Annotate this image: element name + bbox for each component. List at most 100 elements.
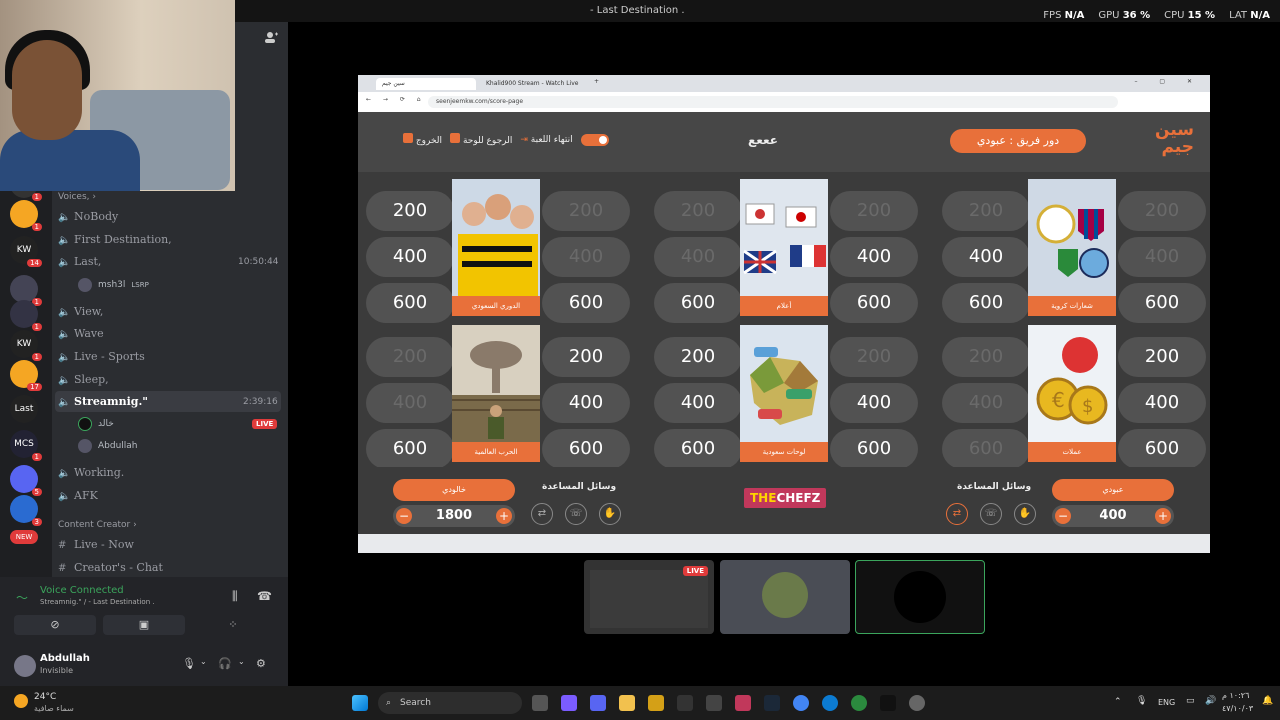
channel-streaming[interactable]: 🔈 Streamnig." xyxy=(58,395,148,408)
stream-thumbnail-user[interactable] xyxy=(720,560,850,634)
channel-working[interactable]: 🔈 Working. xyxy=(58,466,124,479)
question-400-right[interactable]: 400 xyxy=(830,383,918,423)
noise-suppression-icon[interactable]: ⫼ xyxy=(232,589,238,604)
language[interactable]: ENG xyxy=(1158,698,1175,707)
question-200-left[interactable]: 200 xyxy=(942,337,1030,377)
channel-live-now[interactable]: # Live - Now xyxy=(58,538,134,551)
voice-user-khalid[interactable]: خالد xyxy=(78,417,114,431)
notification-icon[interactable]: 🔔 xyxy=(1262,696,1273,706)
url-field[interactable]: seenjeemkw.com/score-page xyxy=(428,96,1118,108)
question-200-left[interactable]: 200 xyxy=(366,337,454,377)
question-400-left[interactable]: 400 xyxy=(942,237,1030,277)
nav-buttons[interactable]: ← → ⟳ ⌂ xyxy=(366,96,426,103)
plus-button[interactable]: + xyxy=(1155,508,1171,524)
voice-user-msh3l[interactable]: msh3l LSRP xyxy=(78,278,149,292)
windows-start-icon[interactable] xyxy=(352,695,368,711)
app-icon[interactable] xyxy=(706,695,722,711)
window-controls[interactable]: – ▢ ✕ xyxy=(1134,78,1202,85)
chevron-up-icon[interactable]: ⌃ xyxy=(1114,697,1122,707)
question-200-right[interactable]: 200 xyxy=(1118,337,1206,377)
question-400-left[interactable]: 400 xyxy=(366,383,454,423)
chevron-down-icon[interactable]: ⌄ xyxy=(200,657,207,666)
server-icon[interactable]: 1 xyxy=(10,300,42,331)
voice-status[interactable]: Voice Connected xyxy=(40,585,124,596)
copilot-icon[interactable] xyxy=(561,695,577,711)
exit-link[interactable]: الخروج xyxy=(403,133,442,146)
minus-button[interactable]: − xyxy=(1055,508,1071,524)
question-600-right[interactable]: 600 xyxy=(1118,283,1206,323)
hand-icon[interactable]: ✋ xyxy=(599,503,621,525)
toggle-switch[interactable] xyxy=(580,133,609,146)
app-icon[interactable] xyxy=(648,695,664,711)
question-400-left[interactable]: 400 xyxy=(942,383,1030,423)
camera-button[interactable]: ⊘ xyxy=(14,615,96,635)
steam-icon[interactable] xyxy=(764,695,780,711)
question-200-left[interactable]: 200 xyxy=(942,191,1030,231)
discord-icon[interactable] xyxy=(590,695,606,711)
server-icon[interactable]: MCS 1 xyxy=(10,430,42,461)
category-voices[interactable]: Voices, › xyxy=(58,192,96,202)
minus-button[interactable]: − xyxy=(396,508,412,524)
epic-games-icon[interactable] xyxy=(880,695,896,711)
disconnect-icon[interactable]: ☎ xyxy=(257,589,272,603)
clock-time[interactable]: ١٠:٢٦ م xyxy=(1222,691,1249,700)
category-content-creator[interactable]: Content Creator › xyxy=(58,520,137,530)
question-600-right[interactable]: 600 xyxy=(542,429,630,469)
team-left-name[interactable]: خالودي xyxy=(393,479,515,501)
server-icon[interactable]: KW 1 xyxy=(10,330,42,361)
hand-icon[interactable]: ✋ xyxy=(1014,503,1036,525)
activities-button[interactable]: ⁘ xyxy=(192,615,274,635)
tab-seen-jeem[interactable]: سين جيم xyxy=(376,78,476,90)
weather-temp[interactable]: 24°C xyxy=(34,692,56,702)
question-200-left[interactable]: 200 xyxy=(654,191,742,231)
server-icon[interactable]: 5 xyxy=(10,465,42,496)
question-600-right[interactable]: 600 xyxy=(1118,429,1206,469)
add-friend-icon[interactable] xyxy=(264,30,278,44)
chrome-icon[interactable] xyxy=(793,695,809,711)
file-explorer-icon[interactable] xyxy=(619,695,635,711)
settings-icon[interactable] xyxy=(909,695,925,711)
end-game-link[interactable]: ⇥ انتهاء اللعبة xyxy=(520,135,572,145)
question-400-left[interactable]: 400 xyxy=(654,237,742,277)
question-600-left[interactable]: 600 xyxy=(366,283,454,323)
question-200-left[interactable]: 200 xyxy=(366,191,454,231)
question-600-left[interactable]: 600 xyxy=(654,283,742,323)
question-400-right[interactable]: 400 xyxy=(1118,237,1206,277)
voice-channel[interactable]: Streamnig." / - Last Destination . xyxy=(40,598,155,606)
stream-thumbnail-live[interactable]: LIVE xyxy=(584,560,714,634)
channel-sleep[interactable]: 🔈 Sleep, xyxy=(58,373,109,386)
question-400-right[interactable]: 400 xyxy=(542,383,630,423)
question-600-left[interactable]: 600 xyxy=(654,429,742,469)
task-view-icon[interactable] xyxy=(532,695,548,711)
plus-button[interactable]: + xyxy=(496,508,512,524)
server-icon[interactable]: 3 xyxy=(10,495,42,526)
swap-icon[interactable]: ⇄ xyxy=(531,503,553,525)
team-right-name[interactable]: عبودي xyxy=(1052,479,1174,501)
question-600-left[interactable]: 600 xyxy=(942,283,1030,323)
question-600-right[interactable]: 600 xyxy=(542,283,630,323)
channel-last[interactable]: 🔈 Last, xyxy=(58,255,101,268)
channel-creators-chat[interactable]: # Creator's - Chat xyxy=(58,561,163,574)
swap-icon[interactable]: ⇄ xyxy=(946,503,968,525)
question-200-right[interactable]: 200 xyxy=(1118,191,1206,231)
question-600-right[interactable]: 600 xyxy=(830,429,918,469)
new-tab-icon[interactable]: + xyxy=(594,78,599,85)
server-icon[interactable]: KW 14 xyxy=(10,236,42,267)
server-icon[interactable]: Last xyxy=(10,395,38,423)
question-400-left[interactable]: 400 xyxy=(654,383,742,423)
channel-first-destination[interactable]: 🔈 First Destination, xyxy=(58,233,172,246)
app-icon[interactable] xyxy=(735,695,751,711)
chevron-down-icon[interactable]: ⌄ xyxy=(238,657,245,666)
question-200-right[interactable]: 200 xyxy=(542,191,630,231)
voice-user-abdullah[interactable]: Abdullah xyxy=(78,439,138,453)
headphones-icon[interactable]: 🎧 xyxy=(218,657,232,670)
question-600-right[interactable]: 600 xyxy=(830,283,918,323)
channel-live-sports[interactable]: 🔈 Live - Sports xyxy=(58,350,145,363)
question-400-right[interactable]: 400 xyxy=(1118,383,1206,423)
question-200-right[interactable]: 200 xyxy=(830,191,918,231)
settings-gear-icon[interactable]: ⚙ xyxy=(256,657,266,670)
edge-icon[interactable] xyxy=(822,695,838,711)
system-tray-icons[interactable]: ▭ 🔊 xyxy=(1186,696,1221,706)
channel-afk[interactable]: 🔈 AFK xyxy=(58,489,98,502)
question-200-right[interactable]: 200 xyxy=(830,337,918,377)
